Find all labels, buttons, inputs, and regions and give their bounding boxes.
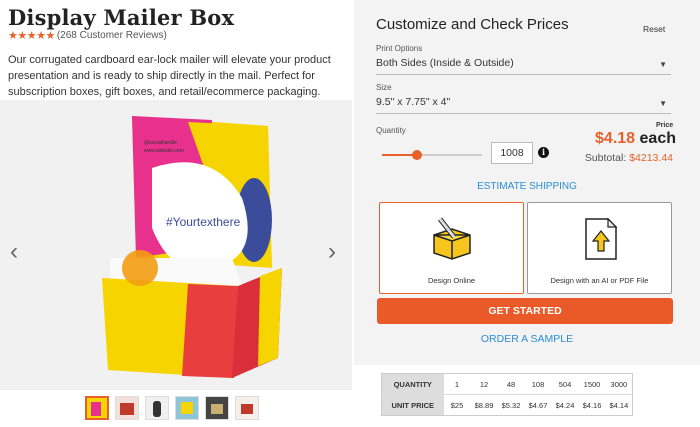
file-upload-icon [585, 217, 618, 260]
unit-price: $4.18 each [595, 130, 676, 148]
price-cell: $25 [450, 400, 464, 410]
panel-title: Customize and Check Prices [376, 16, 569, 33]
thumbnail-5[interactable] [205, 396, 229, 420]
design-online-label: Design Online [427, 276, 476, 285]
thumbnail-3[interactable] [145, 396, 169, 420]
price-breaks-table: QUANTITY 1 12 48 108 504 1500 3000 UNIT … [381, 373, 634, 416]
quantity-input[interactable]: 1008 [491, 142, 533, 164]
thumbnail-6[interactable] [235, 396, 259, 420]
box-handle-text: @socialhandle [144, 140, 177, 146]
quantity-cell: 108 [524, 373, 552, 395]
customize-panel: Customize and Check Prices Reset Print O… [354, 0, 700, 365]
price-cell: $8.89 [474, 400, 494, 410]
quantity-label: Quantity [376, 126, 406, 135]
quantity-header: QUANTITY [381, 373, 444, 395]
rating[interactable]: ★★★★★ (268 Customer Reviews) [8, 29, 167, 42]
design-box-pen-icon [433, 217, 471, 260]
get-started-button[interactable]: GET STARTED [377, 298, 673, 324]
unit-price-unit: each [639, 130, 676, 147]
chevron-right-icon[interactable]: › [322, 238, 342, 266]
caret-down-icon: ▼ [659, 60, 667, 69]
design-file-label: Design with an AI or PDF File [550, 276, 649, 285]
product-title: Display Mailer Box [8, 5, 235, 30]
quantity-cell: 12 [470, 373, 498, 395]
print-options-label: Print Options [376, 44, 423, 53]
design-file-option[interactable]: Design with an AI or PDF File [527, 202, 672, 294]
unit-price-header: UNIT PRICE [381, 394, 444, 416]
thumbnail-1[interactable] [85, 396, 109, 420]
caret-down-icon: ▼ [659, 99, 667, 108]
thumbnail-2[interactable] [115, 396, 139, 420]
box-site-text: www.website.com [144, 148, 184, 154]
review-count[interactable]: (268 Customer Reviews) [57, 30, 167, 41]
quantity-slider[interactable] [382, 148, 482, 162]
price-cell: $4.67 [528, 400, 548, 410]
price-label: Price [656, 122, 674, 129]
product-image: #Yourtexthere @socialhandle www.website.… [102, 116, 282, 378]
quantity-cell: 1 [443, 373, 471, 395]
unit-price-value: $4.18 [595, 130, 636, 147]
subtotal-label: Subtotal: [584, 152, 627, 164]
reset-button[interactable]: Reset [643, 24, 665, 34]
thumbnail-4[interactable] [175, 396, 199, 420]
print-options-select[interactable]: Both Sides (Inside & Outside) ▼ [376, 57, 671, 75]
estimate-shipping-link[interactable]: ESTIMATE SHIPPING [354, 181, 700, 192]
size-value: 9.5" x 7.75" x 4" [376, 96, 451, 108]
chevron-left-icon[interactable]: ‹ [4, 238, 24, 266]
price-cell: $4.14 [609, 400, 629, 410]
price-cell: $5.32 [501, 400, 521, 410]
print-options-value: Both Sides (Inside & Outside) [376, 57, 514, 69]
info-icon[interactable]: i [538, 147, 549, 158]
size-label: Size [376, 83, 392, 92]
quantity-row: QUANTITY 1 12 48 108 504 1500 3000 [381, 373, 633, 395]
product-description: Our corrugated cardboard ear-lock mailer… [8, 54, 331, 98]
order-sample-link[interactable]: ORDER A SAMPLE [354, 333, 700, 345]
product-gallery: ‹ › #Yourtexthere @socialhandle www.webs… [0, 100, 352, 390]
quantity-cell: 48 [497, 373, 525, 395]
quantity-cell: 1500 [578, 373, 606, 395]
design-online-option[interactable]: Design Online [379, 202, 524, 294]
unit-price-row: UNIT PRICE $25 $8.89 $5.32 $4.67 $4.24 $… [381, 394, 633, 416]
price-cell: $4.24 [555, 400, 575, 410]
subtotal: Subtotal: $4213.44 [585, 152, 673, 164]
price-cell: $4.16 [582, 400, 602, 410]
quantity-cell: 504 [551, 373, 579, 395]
star-rating-icon: ★★★★★ [8, 30, 55, 42]
slider-handle[interactable] [412, 150, 422, 160]
subtotal-value: $4213.44 [629, 152, 673, 164]
quantity-cell: 3000 [605, 373, 633, 395]
thumbnail-strip [85, 396, 259, 420]
box-print-text: #Yourtexthere [166, 215, 241, 229]
size-select[interactable]: 9.5" x 7.75" x 4" ▼ [376, 96, 671, 114]
